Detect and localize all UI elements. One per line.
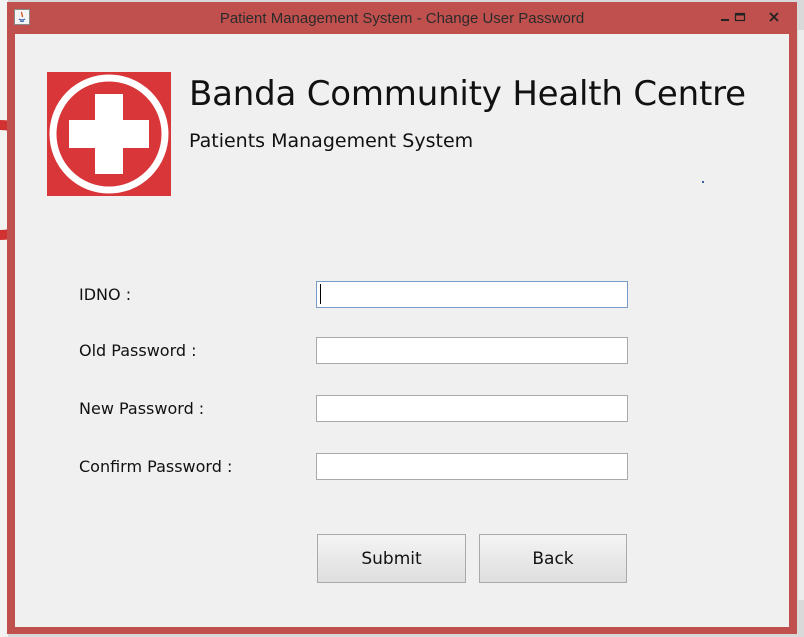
text-caret (320, 284, 321, 304)
window-title: Patient Management System - Change User … (219, 10, 585, 27)
close-button[interactable] (753, 6, 795, 28)
organization-name: Banda Community Health Centre (189, 74, 746, 114)
red-cross-icon (47, 72, 171, 196)
title-bar[interactable]: Patient Management System - Change User … (7, 2, 797, 34)
decorative-dot (702, 181, 704, 183)
change-password-window: Patient Management System - Change User … (7, 2, 797, 634)
desktop-background-right (798, 30, 804, 600)
maximize-button[interactable] (726, 6, 754, 28)
old-password-input[interactable] (316, 337, 628, 364)
confirm-password-label: Confirm Password : (79, 457, 233, 476)
window-content: Banda Community Health Centre Patients M… (15, 34, 789, 627)
new-password-label: New Password : (79, 399, 205, 418)
new-password-input[interactable] (316, 395, 628, 422)
submit-button[interactable]: Submit (317, 534, 466, 583)
old-password-label: Old Password : (79, 341, 197, 360)
close-icon (769, 12, 779, 22)
back-button[interactable]: Back (479, 534, 627, 583)
maximize-icon (734, 12, 746, 22)
idno-input[interactable] (316, 281, 628, 308)
idno-label: IDNO : (79, 285, 132, 304)
system-name: Patients Management System (189, 130, 474, 152)
confirm-password-input[interactable] (316, 453, 628, 480)
